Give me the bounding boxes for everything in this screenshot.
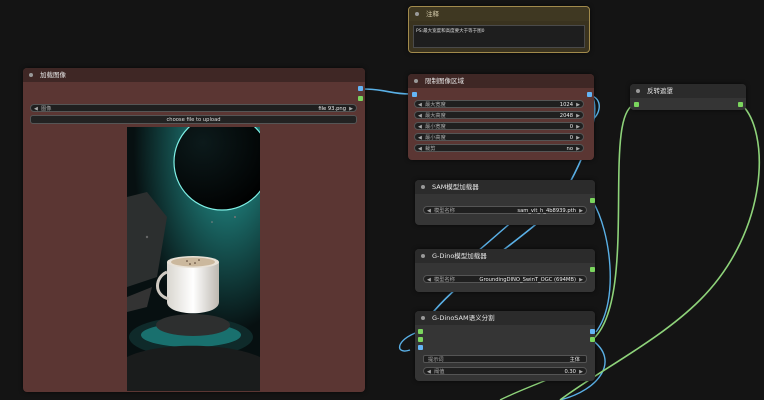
mask-output-port[interactable] <box>358 96 363 101</box>
arrow-left-icon[interactable]: ◀ <box>427 368 431 376</box>
collapse-dot-icon[interactable] <box>415 12 419 16</box>
threshold-label: 阈值 <box>434 369 445 375</box>
crop-value: no <box>566 146 573 152</box>
collapse-dot-icon[interactable] <box>636 89 640 93</box>
limit-image-output-port[interactable] <box>587 92 592 97</box>
invert-title-text: 反转遮罩 <box>647 87 673 95</box>
load-image-node-title[interactable]: 加载图像 <box>23 68 365 82</box>
limit-title-text: 限制图像区域 <box>425 77 464 85</box>
gdino-widget-label: 模型名称 <box>434 277 455 283</box>
gdsam-gdino-input-port[interactable] <box>418 337 423 342</box>
note-textarea[interactable]: PS:最大宽度和高度要大于等于图0 <box>413 25 585 48</box>
note-node-title[interactable]: 注释 <box>409 7 589 21</box>
gdino-model-combo[interactable]: ◀ 模型名称 GroundingDINO_SwinT_OGC (694MB) ▶ <box>423 275 587 283</box>
gdino-widget-value: GroundingDINO_SwinT_OGC (694MB) <box>479 277 576 283</box>
limit-image-area-node[interactable]: 限制图像区域 ◀ 最大宽度 1024 ▶ ◀ 最大高度 2048 ▶ ◀ 最小宽… <box>408 74 594 160</box>
max-width-label: 最大宽度 <box>425 102 446 108</box>
load-image-title-text: 加载图像 <box>40 71 66 79</box>
sam-title-text: SAM模型加载器 <box>432 183 479 191</box>
collapse-dot-icon[interactable] <box>29 73 33 77</box>
invert-mask-input-port[interactable] <box>634 102 639 107</box>
crop-label: 裁剪 <box>425 146 436 152</box>
choose-file-button[interactable]: choose file to upload <box>30 115 357 124</box>
sam-widget-value: sam_vit_h_4b8939.pth <box>517 208 576 214</box>
max-width-value: 1024 <box>559 102 573 108</box>
load-image-node[interactable]: 加载图像 ◀ 图像 file 93.png ▶ choose file to u… <box>23 68 365 392</box>
arrow-left-icon[interactable]: ◀ <box>418 145 422 153</box>
arrow-right-icon[interactable]: ▶ <box>349 105 353 113</box>
image-widget-value: file 93.png <box>318 106 346 112</box>
arrow-right-icon[interactable]: ▶ <box>579 276 583 284</box>
min-width-field[interactable]: ◀ 最小宽度 0 ▶ <box>414 122 584 130</box>
min-height-label: 最小高度 <box>425 135 446 141</box>
collapse-dot-icon[interactable] <box>421 316 425 320</box>
gdino-model-loader-node[interactable]: G-Dino模型加载器 ◀ 模型名称 GroundingDINO_SwinT_O… <box>415 249 595 292</box>
sam-model-loader-node[interactable]: SAM模型加载器 ◀ 模型名称 sam_vit_h_4b8939.pth ▶ <box>415 180 595 225</box>
arrow-right-icon[interactable]: ▶ <box>579 207 583 215</box>
link-image-to-limit <box>362 88 411 95</box>
gdsam-image-input-port[interactable] <box>418 345 423 350</box>
image-output-port[interactable] <box>358 86 363 91</box>
sam-output-port[interactable] <box>590 198 595 203</box>
gdino-output-port[interactable] <box>590 267 595 272</box>
max-height-value: 2048 <box>559 113 573 119</box>
max-width-field[interactable]: ◀ 最大宽度 1024 ▶ <box>414 100 584 108</box>
limit-image-input-port[interactable] <box>412 92 417 97</box>
max-height-label: 最大高度 <box>425 113 446 119</box>
collapse-dot-icon[interactable] <box>414 79 418 83</box>
sam-model-combo[interactable]: ◀ 模型名称 sam_vit_h_4b8939.pth ▶ <box>423 206 587 214</box>
invert-mask-node[interactable]: 反转遮罩 <box>630 84 746 110</box>
image-widget-label: 图像 <box>41 106 52 112</box>
gdsam-image-output-port[interactable] <box>590 329 595 334</box>
collapse-dot-icon[interactable] <box>421 254 425 258</box>
max-height-field[interactable]: ◀ 最大高度 2048 ▶ <box>414 111 584 119</box>
gdino-node-title[interactable]: G-Dino模型加载器 <box>415 249 595 263</box>
collapse-dot-icon[interactable] <box>421 185 425 189</box>
min-height-field[interactable]: ◀ 最小高度 0 ▶ <box>414 133 584 141</box>
arrow-left-icon[interactable]: ◀ <box>427 276 431 284</box>
sam-widget-label: 模型名称 <box>434 208 455 214</box>
note-text: PS:最大宽度和高度要大于等于图0 <box>416 29 485 34</box>
min-width-label: 最小宽度 <box>425 124 446 130</box>
image-preview <box>127 127 260 391</box>
arrow-left-icon[interactable]: ◀ <box>418 101 422 109</box>
preview-illustration <box>127 127 260 391</box>
gdinosam-segment-node[interactable]: G-DinoSAM语义分割 提示词 主体 ◀ 阈值 0.30 ▶ <box>415 311 595 381</box>
min-width-value: 0 <box>569 124 573 130</box>
arrow-left-icon[interactable]: ◀ <box>418 134 422 142</box>
sam-node-title[interactable]: SAM模型加载器 <box>415 180 595 194</box>
note-title-text: 注释 <box>426 10 439 18</box>
link-mask-to-invert <box>591 103 637 341</box>
gdsam-title-text: G-DinoSAM语义分割 <box>432 314 495 322</box>
min-height-value: 0 <box>569 135 573 141</box>
invert-mask-output-port[interactable] <box>738 102 743 107</box>
arrow-right-icon[interactable]: ▶ <box>576 123 580 131</box>
crop-combo[interactable]: ◀ 裁剪 no ▶ <box>414 144 584 152</box>
invert-node-title[interactable]: 反转遮罩 <box>630 84 746 98</box>
arrow-right-icon[interactable]: ▶ <box>579 368 583 376</box>
arrow-left-icon[interactable]: ◀ <box>418 112 422 120</box>
arrow-left-icon[interactable]: ◀ <box>427 207 431 215</box>
prompt-label: 提示词 <box>428 357 444 363</box>
limit-node-title[interactable]: 限制图像区域 <box>408 74 594 88</box>
threshold-value: 0.30 <box>564 369 576 375</box>
prompt-textbox[interactable]: 提示词 主体 <box>423 355 587 363</box>
arrow-right-icon[interactable]: ▶ <box>576 112 580 120</box>
gdsam-mask-output-port[interactable] <box>590 337 595 342</box>
prompt-value: 主体 <box>569 357 580 363</box>
image-file-combo[interactable]: ◀ 图像 file 93.png ▶ <box>30 104 357 112</box>
gdsam-sam-input-port[interactable] <box>418 329 423 334</box>
arrow-right-icon[interactable]: ▶ <box>576 101 580 109</box>
arrow-right-icon[interactable]: ▶ <box>576 134 580 142</box>
gdsam-node-title[interactable]: G-DinoSAM语义分割 <box>415 311 595 325</box>
arrow-left-icon[interactable]: ◀ <box>34 105 38 113</box>
arrow-right-icon[interactable]: ▶ <box>576 145 580 153</box>
threshold-field[interactable]: ◀ 阈值 0.30 ▶ <box>423 367 587 375</box>
gdino-title-text: G-Dino模型加载器 <box>432 252 487 260</box>
note-node[interactable]: 注释 PS:最大宽度和高度要大于等于图0 <box>408 6 590 53</box>
arrow-left-icon[interactable]: ◀ <box>418 123 422 131</box>
